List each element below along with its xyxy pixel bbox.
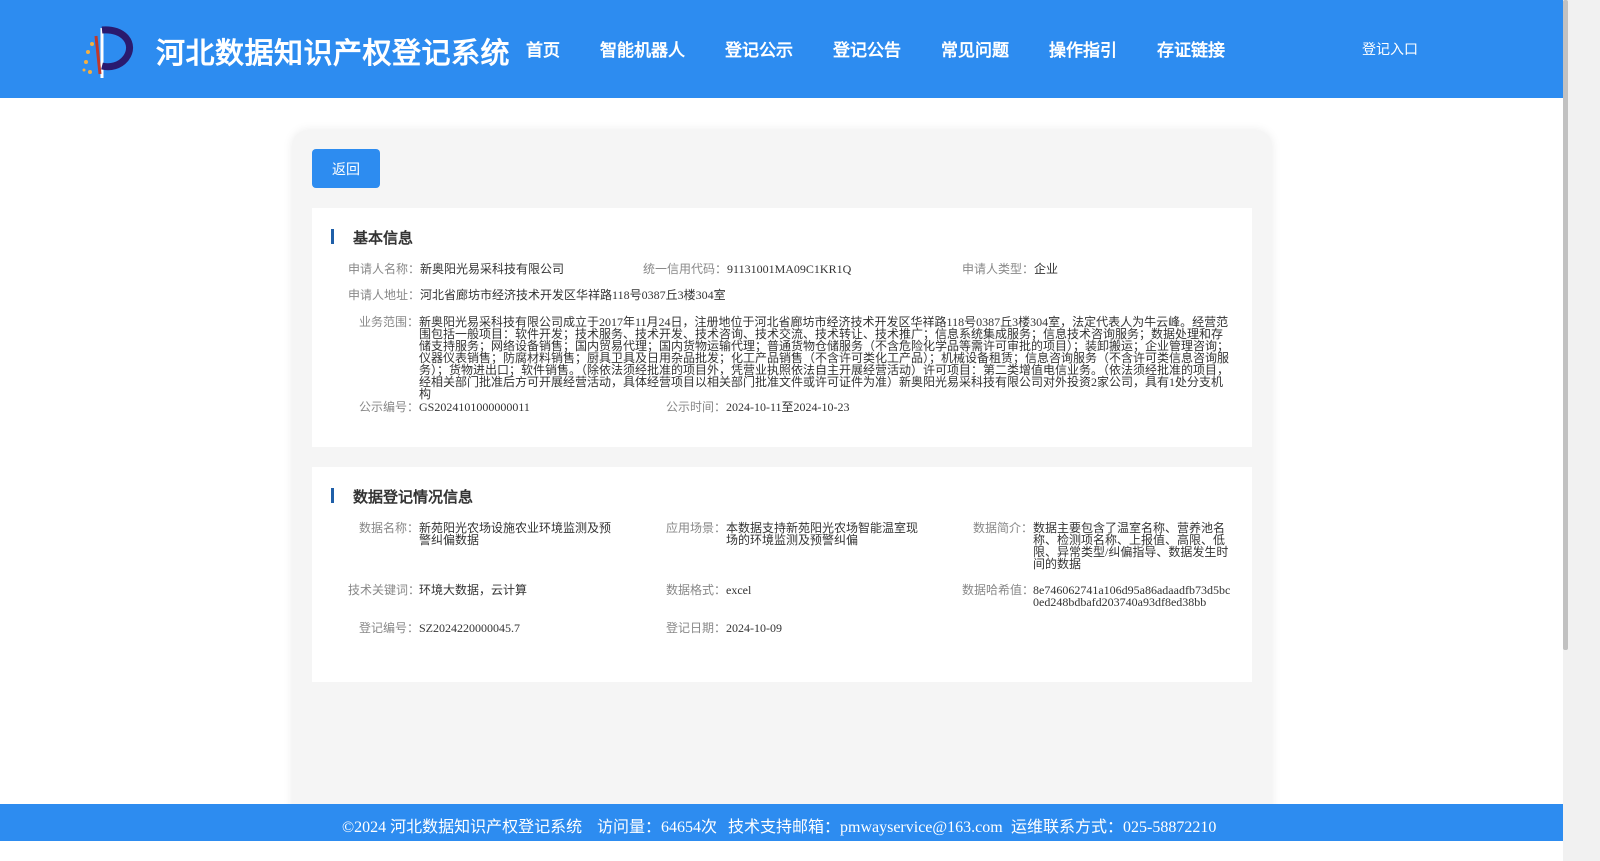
reg-date-field: 登记日期： 2024-10-09 bbox=[665, 621, 782, 635]
registration-info-section: 数据登记情况信息 数据名称： 新苑阳光农场设施农业环境监测及预警纠偏数据 应用场景… bbox=[312, 467, 1252, 682]
format-field: 数据格式： excel bbox=[665, 583, 752, 597]
notice-no-field: 公示编号： GS2024101000000011 bbox=[358, 400, 530, 414]
page-footer: ©2024 河北数据知识产权登记系统 访问量：64654次 技术支持邮箱：pmw… bbox=[0, 804, 1563, 841]
nav-robot[interactable]: 智能机器人 bbox=[600, 36, 685, 61]
nav-home[interactable]: 首页 bbox=[526, 36, 560, 61]
nav-guide[interactable]: 操作指引 bbox=[1049, 36, 1117, 61]
scenario-field: 应用场景： 本数据支持新苑阳光农场智能温室现场的环境监测及预警纠偏 bbox=[665, 521, 919, 547]
main-nav: 首页 智能机器人 登记公示 登记公告 常见问题 操作指引 存证链接 bbox=[526, 36, 1265, 61]
nav-evidence-link[interactable]: 存证链接 bbox=[1157, 36, 1225, 61]
address-field: 申请人地址： 河北省廊坊市经济技术开发区华祥路118号0387丘3楼304室 bbox=[348, 288, 726, 302]
logo-icon bbox=[82, 26, 134, 78]
top-header: 河北数据知识产权登记系统 首页 智能机器人 登记公示 登记公告 常见问题 操作指… bbox=[0, 0, 1563, 98]
applicant-type-field: 申请人类型： 企业 bbox=[962, 262, 1059, 276]
site-title: 河北数据知识产权登记系统 bbox=[156, 36, 511, 70]
applicant-name-field: 申请人名称： 新奥阳光易采科技有限公司 bbox=[348, 262, 565, 276]
keywords-field: 技术关键词： 环境大数据，云计算 bbox=[348, 583, 528, 597]
credit-code-field: 统一信用代码： 91131001MA09C1KR1Q bbox=[643, 262, 852, 276]
hash-field: 数据哈希值： 8e746062741a106d95a86adaadfb73d5bc… bbox=[962, 583, 1231, 609]
notice-time-field: 公示时间： 2024-10-11至2024-10-23 bbox=[665, 400, 850, 414]
scrollbar-thumb[interactable] bbox=[1563, 0, 1568, 650]
section-title: 数据登记情况信息 bbox=[330, 486, 473, 507]
footer-visits: 访问量：64654次 bbox=[597, 819, 718, 836]
nav-publicity[interactable]: 登记公示 bbox=[725, 36, 793, 61]
section-title: 基本信息 bbox=[330, 227, 413, 248]
footer-phone: 运维联系方式：025-58872210 bbox=[1011, 819, 1217, 836]
data-name-field: 数据名称： 新苑阳光农场设施农业环境监测及预警纠偏数据 bbox=[358, 521, 612, 547]
scrollbar-track[interactable] bbox=[1563, 0, 1600, 861]
intro-field: 数据简介： 数据主要包含了温室名称、营养池名称、检测项名称、上报值、高限、低限、异… bbox=[972, 521, 1229, 571]
back-button[interactable]: 返回 bbox=[312, 149, 380, 188]
nav-announcement[interactable]: 登记公告 bbox=[833, 36, 901, 61]
footer-email: 技术支持邮箱：pmwayservice@163.com bbox=[728, 819, 1003, 836]
reg-no-field: 登记编号： SZ2024220000045.7 bbox=[358, 621, 521, 635]
login-link[interactable]: 登记入口 bbox=[1362, 39, 1418, 59]
basic-info-section: 基本信息 申请人名称： 新奥阳光易采科技有限公司 统一信用代码： 91131001M… bbox=[312, 208, 1252, 447]
nav-faq[interactable]: 常见问题 bbox=[941, 36, 1009, 61]
footer-copyright: ©2024 河北数据知识产权登记系统 bbox=[342, 819, 583, 836]
scope-field: 业务范围： 新奥阳光易采科技有限公司成立于2017年11月24日，注册地位于河北省… bbox=[358, 315, 1230, 401]
